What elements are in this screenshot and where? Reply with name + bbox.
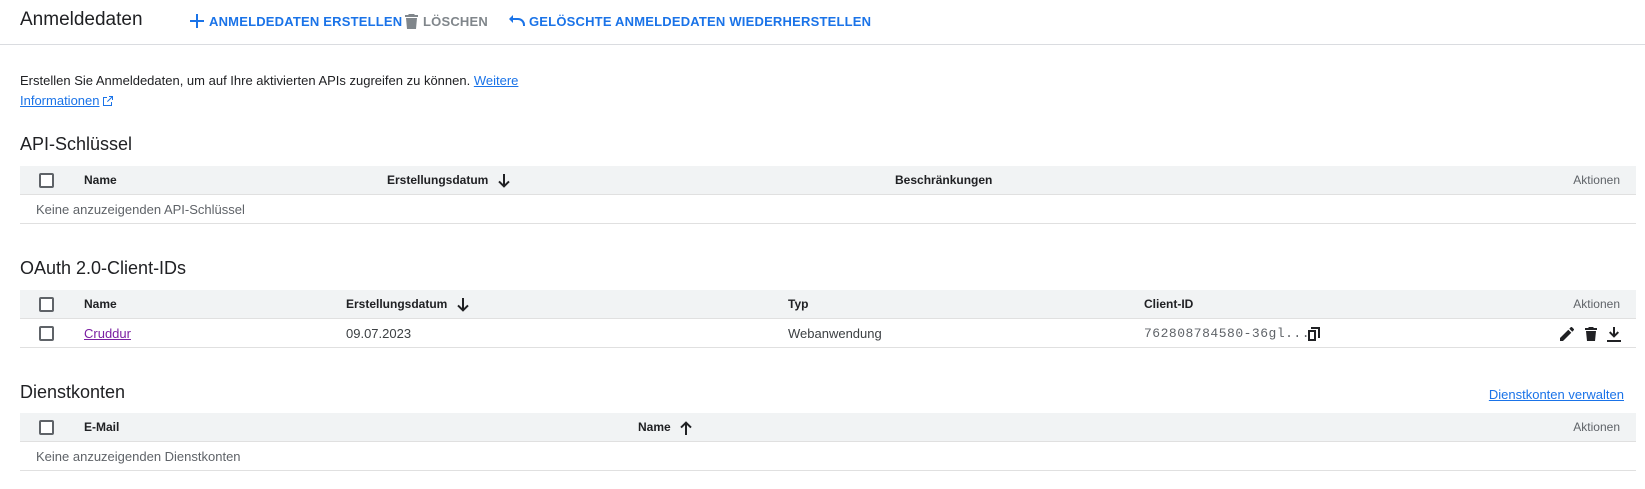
create-credentials-label: ANMELDEDATEN ERSTELLEN [209, 13, 403, 29]
row-checkbox[interactable] [39, 326, 54, 341]
intro-text: Erstellen Sie Anmeldedaten, um auf Ihre … [20, 71, 560, 111]
manage-service-accounts-link[interactable]: Dienstkonten verwalten [1489, 387, 1624, 402]
api-keys-empty-row: Keine anzuzeigenden API-Schlüssel [20, 195, 1636, 224]
service-accounts-table: E-Mail Name Aktionen Keine anzuzeigenden… [20, 413, 1636, 471]
column-name: Name [84, 297, 117, 311]
api-keys-table: Name Erstellungsdatum Beschränkungen Akt… [20, 166, 1636, 224]
service-accounts-empty-text: Keine anzuzeigenden Dienstkonten [36, 449, 241, 464]
create-credentials-button[interactable]: ANMELDEDATEN ERSTELLEN [189, 13, 402, 29]
column-created-label: Erstellungsdatum [387, 173, 489, 187]
restore-deleted-credentials-button[interactable]: GELÖSCHTE ANMELDEDATEN WIEDERHERSTELLEN [509, 13, 871, 29]
external-link-icon [102, 96, 113, 106]
pencil-icon[interactable] [1558, 325, 1576, 343]
service-accounts-header-row: E-Mail Name Aktionen [20, 413, 1636, 442]
copy-icon[interactable] [1305, 325, 1323, 343]
column-created-sort[interactable]: Erstellungsdatum [387, 166, 510, 195]
column-name-label: Name [638, 420, 671, 434]
trash-icon [403, 13, 419, 29]
select-all-service-accounts-checkbox[interactable] [39, 420, 54, 435]
column-type: Typ [788, 297, 809, 311]
client-name-link[interactable]: Cruddur [84, 319, 131, 348]
column-name: Name [84, 173, 117, 187]
arrow-down-icon [457, 297, 469, 312]
delete-button[interactable]: LÖSCHEN [403, 13, 488, 29]
column-name-sort[interactable]: Name [638, 413, 692, 442]
client-type: Webanwendung [788, 326, 882, 341]
delete-label: LÖSCHEN [423, 13, 488, 29]
column-created-sort[interactable]: Erstellungsdatum [346, 290, 469, 319]
undo-icon [509, 13, 525, 29]
oauth-table: Name Erstellungsdatum Typ Client-ID Akti… [20, 290, 1636, 348]
service-accounts-title: Dienstkonten [20, 382, 126, 402]
column-restrictions: Beschränkungen [895, 173, 993, 187]
trash-icon[interactable] [1582, 325, 1600, 343]
api-keys-header-row: Name Erstellungsdatum Beschränkungen Akt… [20, 166, 1636, 195]
column-created-label: Erstellungsdatum [346, 297, 448, 311]
page-title: Anmeldedaten [20, 9, 143, 30]
table-row: Cruddur 09.07.2023 Webanwendung 76280878… [20, 319, 1636, 348]
top-toolbar: Anmeldedaten ANMELDEDATEN ERSTELLEN LÖSC… [0, 0, 1645, 45]
created-date: 09.07.2023 [346, 326, 412, 341]
api-keys-empty-text: Keine anzuzeigenden API-Schlüssel [36, 202, 245, 217]
select-all-api-keys-checkbox[interactable] [39, 173, 54, 188]
arrow-down-icon [498, 173, 510, 188]
client-id-value: 762808784580-36gl... [1144, 326, 1311, 341]
column-actions: Aktionen [1573, 173, 1620, 187]
service-accounts-empty-row: Keine anzuzeigenden Dienstkonten [20, 442, 1636, 471]
column-actions: Aktionen [1573, 297, 1620, 311]
arrow-up-icon [680, 421, 692, 435]
oauth-title: OAuth 2.0-Client-IDs [20, 258, 187, 278]
oauth-header-row: Name Erstellungsdatum Typ Client-ID Akti… [20, 290, 1636, 319]
column-email: E-Mail [84, 420, 120, 434]
select-all-oauth-checkbox[interactable] [39, 297, 54, 312]
column-client-id: Client-ID [1144, 297, 1194, 311]
download-icon[interactable] [1605, 325, 1623, 343]
api-keys-title: API-Schlüssel [20, 134, 133, 154]
intro-description: Erstellen Sie Anmeldedaten, um auf Ihre … [20, 73, 471, 88]
column-actions: Aktionen [1573, 420, 1620, 434]
restore-label: GELÖSCHTE ANMELDEDATEN WIEDERHERSTELLEN [529, 13, 872, 29]
plus-icon [189, 13, 205, 29]
